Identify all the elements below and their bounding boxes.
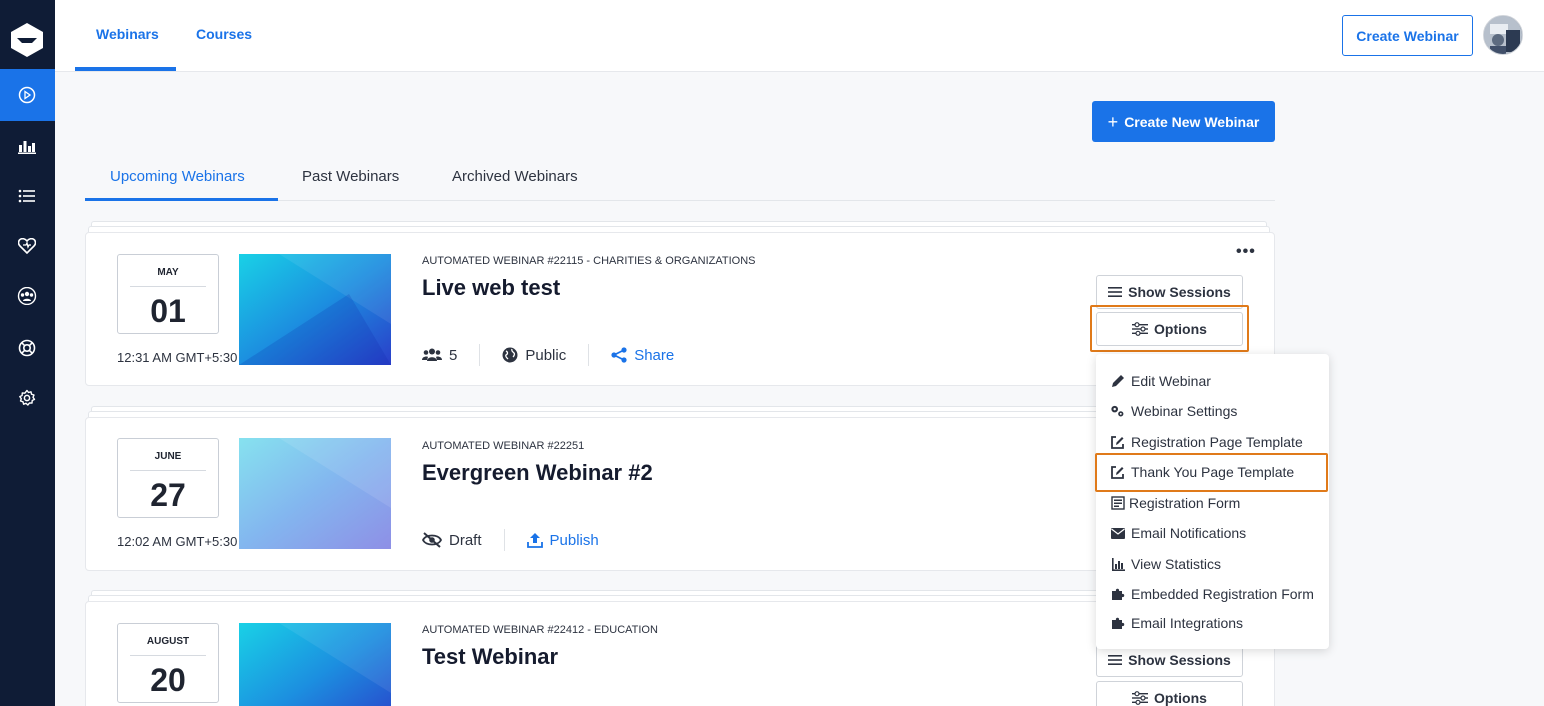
tab-webinars-underline [75,67,176,71]
status-label: Draft [449,531,482,549]
top-bar: Webinars Courses Create Webinar [55,0,1544,72]
webinar-subtitle: AUTOMATED WEBINAR #22251 [422,440,585,452]
upload-icon [526,533,543,548]
more-options-icon[interactable]: ••• [1236,243,1256,261]
date-badge: JUNE 27 [117,438,219,518]
gears-icon [1110,404,1125,419]
date-month: MAY [157,267,179,278]
globe-icon [502,347,518,363]
show-sessions-button[interactable]: Show Sessions [1096,275,1243,309]
webinar-thumbnail[interactable] [239,438,391,549]
menu-icon [1108,655,1123,665]
menu-item-label: Registration Form [1129,495,1241,511]
menu-item-label: Email Integrations [1131,615,1244,631]
puzzle-icon [1110,587,1125,602]
subtab-active-underline [85,198,278,201]
attendees: 5 [422,347,457,364]
webinar-meta: Draft Publish [422,529,599,551]
list-icon[interactable] [15,184,39,208]
options-button[interactable]: Options [1096,681,1243,706]
webinar-thumbnail[interactable] [239,254,391,365]
webinar-subtitle: AUTOMATED WEBINAR #22115 - CHARITIES & O… [422,255,756,267]
tab-courses[interactable]: Courses [196,26,252,42]
webinar-time: 12:02 AM GMT+5:30 [117,534,238,549]
puzzle-icon [1110,616,1125,631]
tab-webinars[interactable]: Webinars [96,26,159,42]
date-day: 27 [150,477,186,513]
menu-item-label: Edit Webinar [1131,373,1211,389]
webinar-subtitle: AUTOMATED WEBINAR #22412 - EDUCATION [422,624,658,636]
logo-icon[interactable] [10,22,44,58]
edit-square-icon [1110,435,1125,450]
menu-item-highlight [1095,453,1328,492]
eye-slash-icon [422,532,442,548]
users-icon [422,348,442,361]
status: Draft [422,532,482,549]
create-new-webinar-button[interactable]: + Create New Webinar [1092,101,1275,142]
visibility: Public [502,347,566,364]
date-month: AUGUST [146,636,190,647]
webinar-title[interactable]: Evergreen Webinar #2 [422,460,653,486]
date-month: JUNE [154,451,182,462]
options-highlight [1090,305,1249,352]
menu-item-edit-webinar[interactable]: Edit Webinar [1110,373,1211,389]
envelope-icon [1110,526,1125,541]
menu-item-label: Webinar Settings [1131,403,1238,419]
share-link[interactable]: Share [611,347,674,364]
visibility-label: Public [525,346,567,364]
heart-icon[interactable] [15,234,39,258]
users-icon[interactable] [15,284,39,308]
menu-item-label: View Statistics [1131,556,1221,572]
menu-item-label: Email Notifications [1131,525,1247,541]
show-sessions-label: Show Sessions [1128,284,1231,300]
date-day: 20 [150,662,186,698]
webinar-time: 12:31 AM GMT+5:30 [117,350,238,365]
menu-item-view-statistics[interactable]: View Statistics [1110,556,1221,572]
sliders-icon [1132,691,1149,705]
sidebar [0,0,55,706]
attendee-count: 5 [449,346,458,364]
help-icon[interactable] [15,336,39,360]
avatar[interactable] [1483,15,1523,55]
menu-item-label: Registration Page Template [1131,434,1303,450]
webinar-meta: 5 Public Share [422,344,674,366]
menu-item-embedded-registration-form[interactable]: Embedded Registration Form [1110,586,1314,602]
pencil-icon [1110,374,1125,389]
webinar-thumbnail[interactable] [239,623,391,706]
menu-icon [1108,287,1123,297]
subtab-archived[interactable]: Archived Webinars [452,168,578,185]
menu-item-registration-form[interactable]: Registration Form [1110,495,1240,511]
menu-item-webinar-settings[interactable]: Webinar Settings [1110,403,1237,419]
menu-item-registration-page-template[interactable]: Registration Page Template [1110,434,1303,450]
date-day: 01 [150,293,186,329]
webinar-title[interactable]: Test Webinar [422,644,558,670]
share-label: Share [634,346,675,364]
webinar-title[interactable]: Live web test [422,275,560,301]
show-sessions-label: Show Sessions [1128,652,1231,668]
create-new-webinar-label: Create New Webinar [1124,113,1260,130]
date-badge: MAY 01 [117,254,219,334]
menu-item-email-integrations[interactable]: Email Integrations [1110,615,1243,631]
publish-label: Publish [549,531,599,549]
analytics-icon[interactable] [15,134,39,158]
bar-chart-icon [1110,557,1125,572]
menu-item-email-notifications[interactable]: Email Notifications [1110,525,1246,541]
form-icon [1110,496,1125,511]
subtab-upcoming[interactable]: Upcoming Webinars [110,168,245,185]
settings-icon[interactable] [15,386,39,410]
create-webinar-button[interactable]: Create Webinar [1342,15,1473,56]
options-label: Options [1154,690,1207,706]
publish-link[interactable]: Publish [526,531,599,549]
plus-icon: + [1107,111,1119,132]
share-icon [611,347,627,363]
date-badge: AUGUST 20 [117,623,219,703]
menu-item-label: Embedded Registration Form [1131,586,1314,602]
subtab-past[interactable]: Past Webinars [302,168,399,185]
play-icon[interactable] [15,83,39,107]
options-dropdown: Edit Webinar Webinar Settings Registrati… [1096,354,1329,649]
